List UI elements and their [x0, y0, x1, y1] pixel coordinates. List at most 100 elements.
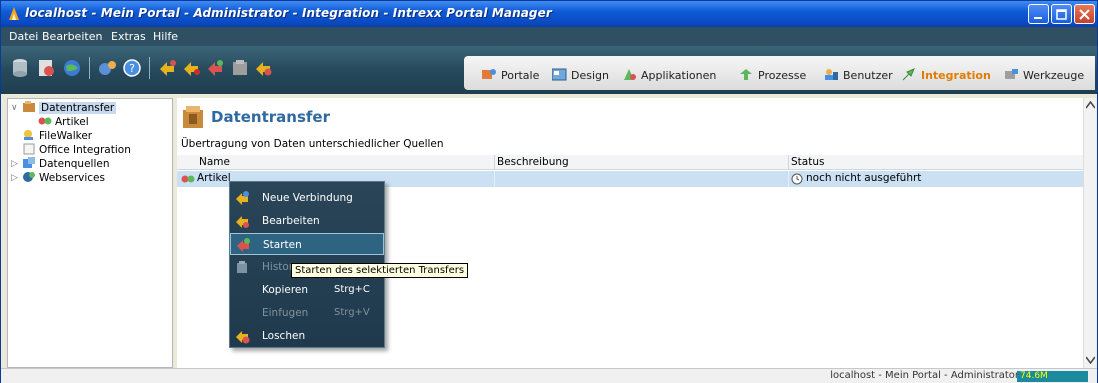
database-icon[interactable] — [9, 57, 31, 79]
ctx-loeschen[interactable]: Loschen — [230, 325, 384, 347]
tree-item-webservices[interactable]: Webservices — [22, 171, 105, 185]
maximize-button[interactable] — [1051, 4, 1072, 24]
tree-item-datentransfer[interactable]: Datentransfer — [22, 101, 117, 115]
cell-name: Artikel — [197, 172, 231, 184]
close-button[interactable] — [1074, 4, 1095, 24]
memory-indicator: 74.6M — [1017, 371, 1088, 382]
nav-integration[interactable]: Integration — [902, 68, 991, 82]
tree-item-office-integration[interactable]: Office Integration — [22, 143, 131, 157]
cell-divider — [494, 171, 495, 187]
expand-arrow-icon[interactable]: ▷ — [11, 159, 18, 169]
tree-label: Artikel — [55, 116, 89, 128]
ctx-neue-verbindung[interactable]: Neue Verbindung — [230, 187, 384, 209]
ctx-label: Neue Verbindung — [262, 192, 353, 204]
minimize-button[interactable] — [1028, 4, 1049, 24]
transfer-item-icon — [38, 117, 52, 125]
nav-label: Portale — [501, 69, 540, 82]
ctx-bearbeiten[interactable]: Bearbeiten — [230, 210, 384, 232]
title-bar[interactable]: localhost - Mein Portal - Administrator … — [1, 1, 1097, 27]
vertical-scrollbar[interactable] — [1083, 98, 1096, 368]
toolbar-separator — [149, 57, 150, 79]
tree-item-datenquellen[interactable]: Datenquellen — [22, 157, 109, 171]
nav-label: Applikationen — [641, 69, 717, 82]
menu-datei[interactable]: Datei — [9, 30, 38, 43]
close-icon — [1079, 9, 1090, 20]
collapse-arrow-icon[interactable]: ∨ — [11, 103, 18, 113]
ctx-label: Kopieren — [262, 284, 309, 296]
nav-applikationen[interactable]: Applikationen — [622, 68, 716, 82]
tree-label: Office Integration — [39, 144, 131, 156]
cell-status: noch nicht ausgeführt — [806, 172, 922, 184]
scroll-down-icon[interactable] — [1086, 356, 1095, 364]
nav-portale[interactable]: Portale — [482, 68, 539, 82]
module-navbar: Portale Design Applikationen Prozesse Be… — [464, 56, 1095, 90]
svg-text:?: ? — [129, 62, 135, 75]
export-icon[interactable] — [35, 57, 57, 79]
nav-design[interactable]: Design — [552, 68, 609, 82]
tree-item-filewalker[interactable]: FileWalker — [22, 129, 92, 143]
status-bar: localhost - Mein Portal - Administrator … — [1, 368, 1097, 383]
transfer-item-icon — [181, 175, 195, 183]
ctx-shortcut: Strg+C — [334, 284, 370, 295]
nav-label: Integration — [921, 69, 991, 82]
nav-benutzer[interactable]: Benutzer — [824, 68, 893, 82]
ctx-starten[interactable]: Starten — [230, 233, 384, 255]
ctx-kopieren[interactable]: Kopieren Strg+C — [230, 279, 384, 301]
new-connection-icon — [236, 191, 249, 205]
toolbar: ? Portale Design Applikationen Prozesse … — [1, 46, 1097, 94]
clock-icon — [791, 173, 803, 185]
design-icon — [552, 68, 567, 81]
edit-icon — [236, 216, 249, 228]
transfer-edit-icon[interactable] — [181, 57, 203, 79]
tree-label: FileWalker — [39, 130, 93, 142]
transfer-delete-icon[interactable] — [253, 57, 275, 79]
tooltip: Starten des selektierten Transfers — [291, 263, 469, 278]
process-icon — [740, 69, 752, 80]
nav-werkzeuge[interactable]: Werkzeuge — [1004, 68, 1084, 82]
table-header: Name Beschreibung Status — [177, 155, 1083, 170]
history-icon[interactable] — [229, 57, 251, 79]
menu-hilfe[interactable]: Hilfe — [153, 30, 178, 43]
tree-label: Datentransfer — [39, 102, 117, 114]
scroll-up-icon[interactable] — [1086, 101, 1095, 109]
column-name[interactable]: Name — [199, 156, 230, 168]
page-title: Datentransfer — [211, 108, 330, 126]
column-divider[interactable] — [788, 155, 789, 170]
integration-icon — [902, 68, 915, 81]
globe-icon[interactable] — [61, 57, 83, 79]
office-icon — [23, 143, 35, 155]
ctx-shortcut: Strg+V — [334, 307, 370, 318]
ctx-label: Loschen — [262, 330, 306, 342]
tools-icon — [1005, 69, 1018, 79]
filewalker-icon — [24, 130, 33, 140]
expand-arrow-icon[interactable]: ▷ — [11, 173, 18, 183]
column-status[interactable]: Status — [791, 156, 824, 168]
transfer-new-icon[interactable] — [157, 57, 179, 79]
tree-label: Webservices — [39, 172, 105, 184]
nav-prozesse[interactable]: Prozesse — [739, 68, 806, 82]
app-window: localhost - Mein Portal - Administrator … — [0, 0, 1098, 383]
column-divider[interactable] — [494, 155, 495, 170]
navigation-tree: ∨ Datentransfer Artikel FileWalker Offic… — [7, 98, 173, 368]
maximize-icon — [1056, 9, 1067, 20]
portal-icon — [482, 69, 496, 79]
nav-label: Benutzer — [843, 69, 893, 82]
delete-icon — [236, 331, 250, 344]
applications-icon — [624, 69, 636, 80]
menu-bearbeiten[interactable]: Bearbeiten — [42, 30, 102, 43]
ctx-einfuegen[interactable]: Einfugen Strg+V — [230, 302, 384, 324]
page-subtitle: Übertragung von Daten unterschiedlicher … — [181, 138, 444, 150]
help-icon[interactable]: ? — [121, 57, 143, 79]
ctx-label: Starten — [263, 239, 302, 251]
nav-label: Design — [571, 69, 609, 82]
transfer-start-icon[interactable] — [205, 57, 227, 79]
tree-label: Datenquellen — [39, 158, 110, 170]
webservice-icon — [23, 172, 35, 182]
menu-extras[interactable]: Extras — [111, 30, 146, 43]
history-icon — [237, 261, 247, 273]
connect-icon[interactable] — [97, 57, 119, 79]
start-icon — [237, 238, 250, 252]
nav-label: Werkzeuge — [1023, 69, 1085, 82]
column-beschreibung[interactable]: Beschreibung — [497, 156, 569, 168]
tree-item-artikel[interactable]: Artikel — [38, 115, 89, 129]
